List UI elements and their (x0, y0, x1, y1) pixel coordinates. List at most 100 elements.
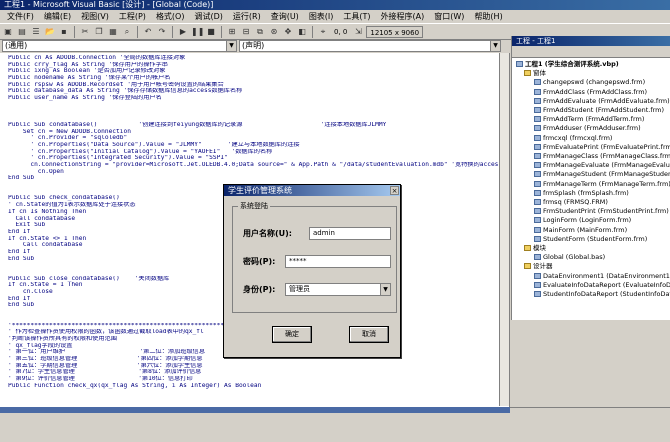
project-file[interactable]: MainForm (MainForm.frm) (514, 226, 670, 235)
project-file[interactable]: FrmAddTerm (FrmAddTerm.frm) (514, 115, 670, 124)
menu-item[interactable]: 编辑(E) (39, 10, 76, 24)
position-icon: ⌖ (320, 26, 326, 36)
menu-item[interactable]: 运行(R) (228, 10, 266, 24)
open-icon[interactable]: 📂 (44, 26, 56, 38)
project-file[interactable]: FrmManageStudent (FrmManageStudent.frm) (514, 170, 670, 179)
project-file[interactable]: StudentForm (StudentForm.frm) (514, 235, 670, 244)
menu-item[interactable]: 工程(P) (114, 10, 151, 24)
menu-item[interactable]: 查询(U) (266, 10, 304, 24)
project-folder[interactable]: 窗体 (514, 69, 670, 78)
toolbox-icon[interactable]: ✥ (282, 26, 294, 38)
username-input[interactable]: admin (309, 227, 391, 240)
project-file[interactable]: FrmStudentPrint (FrmStudentPrint.frm) (514, 207, 670, 216)
project-file[interactable]: EvaluateInfoDataReport (EvaluateInfoData… (514, 281, 670, 290)
form-icon (534, 143, 541, 150)
menu-item[interactable]: 工具(T) (338, 10, 375, 24)
add-project-icon[interactable]: ▣ (2, 26, 14, 38)
tree-item-label: FrmManageEvaluate (FrmManageEvaluate.frm… (543, 161, 670, 170)
code-line: Public nodename As String '保存某个用户的帐户名 (8, 75, 171, 82)
project-file[interactable]: DataEnvironment1 (DataEnvironment1.Dsr) (514, 272, 670, 281)
login-dialog-title-bar: 学生评价管理系统 × (224, 185, 400, 196)
menu-item[interactable]: 外接程序(A) (376, 10, 430, 24)
menu-item[interactable]: 格式(O) (151, 10, 190, 24)
project-file[interactable]: FrmAddEvaluate (FrmAddEvaluate.frm) (514, 97, 670, 106)
form-icon (534, 125, 541, 132)
form-icon (534, 171, 541, 178)
code-line: Public Sub condatabase() '创建连接到feiyung数据… (8, 121, 387, 128)
project-file[interactable]: frmcxql (frmcxql.frm) (514, 134, 670, 143)
properties-icon[interactable]: ⊟ (240, 26, 252, 38)
project-explorer-icon[interactable]: ⊞ (226, 26, 238, 38)
project-file[interactable]: FrmManageClass (FrmManageClass.frm) (514, 152, 670, 161)
project-folder[interactable]: 模块 (514, 244, 670, 253)
menu-item[interactable]: 图表(I) (304, 10, 339, 24)
chevron-down-icon[interactable]: ▼ (380, 284, 390, 295)
menu-editor-icon[interactable]: ☰ (30, 26, 42, 38)
project-folder[interactable]: 设计器 (514, 262, 670, 271)
project-file[interactable]: FrmManageEvaluate (FrmManageEvaluate.frm… (514, 161, 670, 170)
cancel-button[interactable]: 取消 (349, 326, 389, 343)
form-layout-icon[interactable]: ⧉ (254, 26, 266, 38)
project-file[interactable]: FrmAddStudent (FrmAddStudent.frm) (514, 106, 670, 115)
tree-item-label: Global (Global.bas) (543, 253, 606, 262)
password-input[interactable]: ***** (285, 255, 391, 268)
menu-item[interactable]: 文件(F) (2, 10, 39, 24)
break-icon[interactable]: ❚❚ (191, 26, 204, 38)
chevron-down-icon[interactable]: ▼ (226, 41, 236, 51)
login-dialog: 学生评价管理系统 × 系统登陆 用户名称(U): admin 密码(P): **… (223, 184, 401, 358)
project-file[interactable]: FrmEvaluatePrint (FrmEvaluatePrint.frm) (514, 143, 670, 152)
window-title-bar: 工程1 - Microsoft Visual Basic [设计] - [Glo… (0, 0, 670, 10)
form-icon (534, 254, 541, 261)
login-group-label: 系统登陆 (238, 202, 270, 211)
code-line: Public ixng As Boolean '是否加用户记录修改对象 (8, 68, 166, 75)
menu-item[interactable]: 调试(D) (189, 10, 227, 24)
form-icon (534, 97, 541, 104)
chevron-down-icon[interactable]: ▼ (490, 41, 500, 51)
project-root[interactable]: 工程1 (学生综合测评系统.vbp) (514, 60, 670, 69)
close-icon[interactable]: × (390, 186, 399, 195)
code-combo-row: (通用) ▼ (声明) ▼ (0, 40, 510, 53)
undo-icon[interactable]: ↶ (142, 26, 154, 38)
procedure-combo-value: (声明) (242, 41, 265, 50)
project-file[interactable]: frmsq (FRMSQ.FRM) (514, 198, 670, 207)
project-file[interactable]: frmSplash (frmSplash.frm) (514, 189, 670, 198)
paste-icon[interactable]: ▦ (107, 26, 119, 38)
tree-item-label: DataEnvironment1 (DataEnvironment1.Dsr) (543, 271, 670, 280)
menu-item[interactable]: 帮助(H) (469, 10, 507, 24)
end-icon[interactable]: ■ (205, 26, 217, 38)
save-icon[interactable]: ▪ (58, 26, 70, 38)
project-tree: 工程1 (学生综合测评系统.vbp) 窗体 changepswd (changeps… (512, 58, 670, 299)
find-icon[interactable]: ⌕ (121, 26, 133, 38)
project-file[interactable]: FrmAddClass (FrmAddClass.frm) (514, 88, 670, 97)
project-file[interactable]: FrmManageTerm (FrmManageTerm.frm) (514, 180, 670, 189)
object-browser-icon[interactable]: ⊛ (268, 26, 280, 38)
login-group: 系统登陆 用户名称(U): admin 密码(P): ***** 身份(P): … (232, 202, 397, 313)
project-file[interactable]: LoginForm (LoginForm.frm) (514, 216, 670, 225)
copy-icon[interactable]: ❐ (93, 26, 105, 38)
tree-item-label: 窗体 (533, 69, 546, 78)
ok-button[interactable]: 确定 (272, 326, 312, 343)
menu-item[interactable]: 窗口(W) (429, 10, 469, 24)
redo-icon[interactable]: ↷ (156, 26, 168, 38)
data-view-icon[interactable]: ◧ (296, 26, 308, 38)
procedure-combo[interactable]: (声明) ▼ (239, 40, 501, 52)
cut-icon[interactable]: ✂ (79, 26, 91, 38)
tree-item-label: changepswd (changepswd.frm) (543, 78, 646, 87)
code-vertical-scrollbar[interactable] (499, 53, 509, 406)
start-icon[interactable]: ▶ (177, 26, 189, 38)
object-combo[interactable]: (通用) ▼ (2, 40, 237, 52)
project-file[interactable]: changepswd (changepswd.frm) (514, 78, 670, 87)
project-file[interactable]: StudentInfoDataReport (StudentInfoDataRe… (514, 290, 670, 299)
identity-select[interactable]: 管理员 ▼ (285, 283, 391, 296)
project-file[interactable]: Global (Global.bas) (514, 253, 670, 262)
tree-item-label: MainForm (MainForm.frm) (543, 225, 628, 234)
tree-item-label: 设计器 (533, 262, 553, 271)
menu-item[interactable]: 视图(V) (76, 10, 114, 24)
add-form-icon[interactable]: ▤ (16, 26, 28, 38)
form-icon (534, 88, 541, 95)
project-file[interactable]: FrmAdduser (FrmAdduser.frm) (514, 124, 670, 133)
code-line: ' 第9位：评价信息管理 '第10位：信息打印 (8, 376, 193, 382)
code-line: Public database_data As String '保存存储数据库信… (8, 88, 243, 95)
tree-item-label: FrmManageClass (FrmManageClass.frm) (543, 152, 670, 161)
